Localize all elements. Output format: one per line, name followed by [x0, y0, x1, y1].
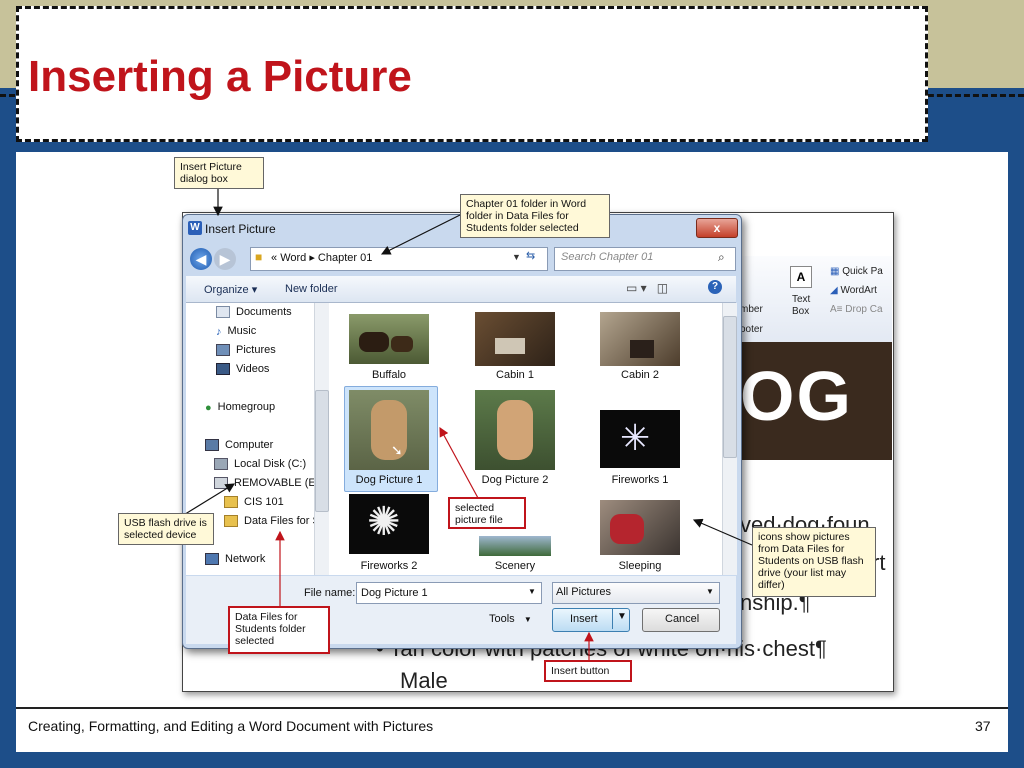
page-number: 37 — [975, 718, 991, 734]
arrow-icons — [692, 518, 753, 546]
callout-selected-file: selected picture file — [448, 497, 526, 529]
footer-text: Creating, Formatting, and Editing a Word… — [28, 718, 434, 734]
callout-insert-button: Insert button — [544, 660, 632, 682]
callout-arrows — [181, 189, 753, 660]
callout-chapter-folder: Chapter 01 folder in Word folder in Data… — [460, 194, 610, 238]
arrow-selected-file — [439, 426, 479, 499]
callout-insert-picture: Insert Picture dialog box — [174, 157, 264, 189]
callout-usb: USB flash drive is selected device — [118, 513, 214, 545]
arrow-usb — [181, 483, 236, 517]
callout-data-files: Data Files for Students folder selected — [228, 606, 330, 654]
callout-icons: icons show pictures from Data Files for … — [752, 527, 876, 597]
arrow-chapter-folder — [380, 214, 461, 255]
